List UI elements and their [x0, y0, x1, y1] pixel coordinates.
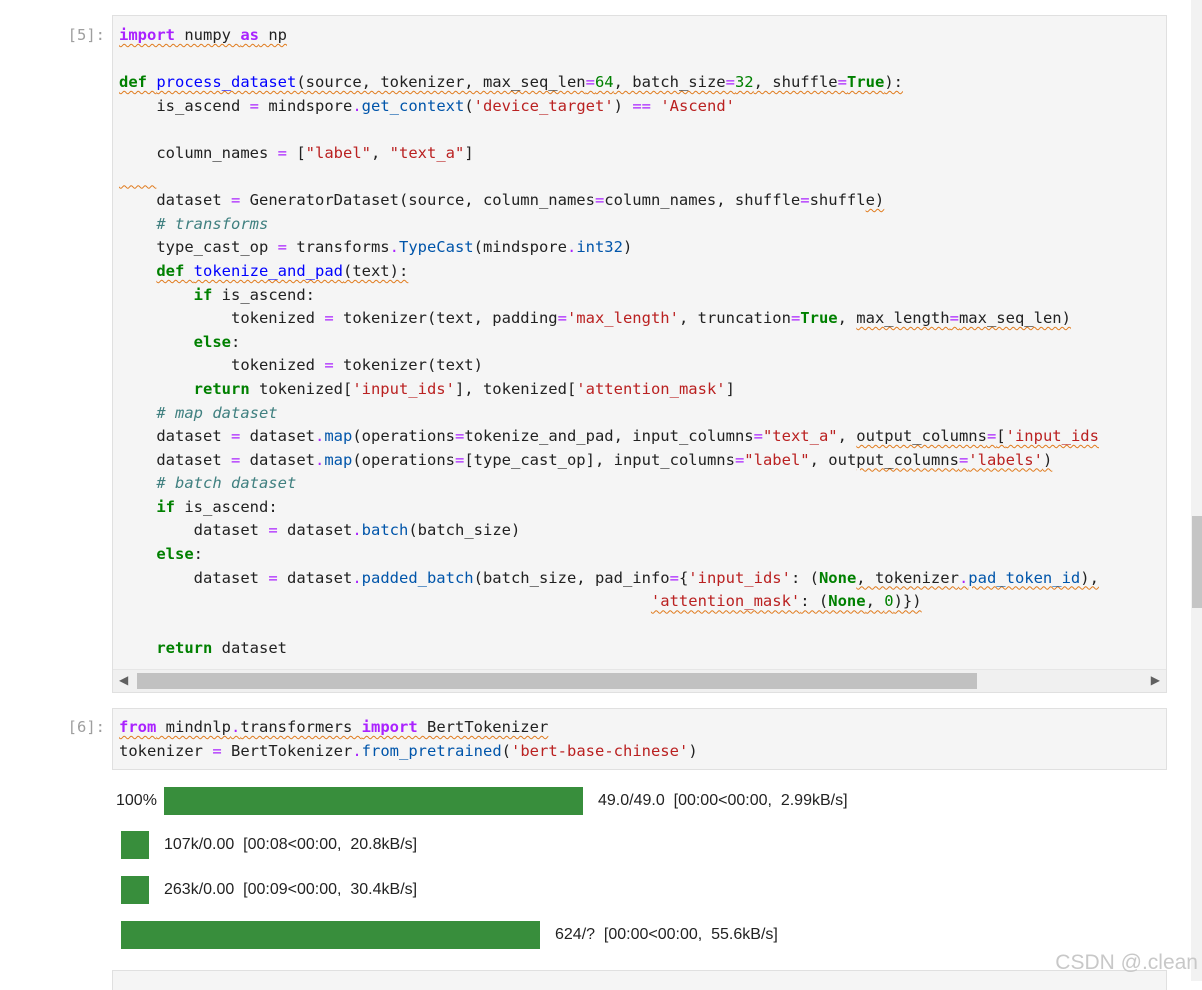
- progress-row: 107k/0.00 [00:08<00:00, 20.8kB/s]: [121, 830, 417, 860]
- progress-text: 624/? [00:00<00:00, 55.6kB/s]: [555, 926, 778, 943]
- cell-prompt-5: [5]:: [67, 26, 105, 44]
- progress-bar: [121, 876, 149, 904]
- progress-bar: [121, 831, 149, 859]
- progress-text: 263k/0.00 [00:09<00:00, 30.4kB/s]: [164, 881, 418, 898]
- page-scrollbar-thumb[interactable]: [1192, 516, 1202, 608]
- progress-text: 49.0/49.0 [00:00<00:00, 2.99kB/s]: [598, 792, 848, 809]
- progress-percent: 100%: [116, 792, 157, 809]
- progress-text: 107k/0.00 [00:08<00:00, 20.8kB/s]: [164, 836, 418, 853]
- progress-bar: [164, 787, 583, 815]
- watermark: CSDN @.clean: [1055, 951, 1198, 974]
- code-editor-5[interactable]: import numpy as np def process_dataset(s…: [113, 16, 1166, 661]
- cell-prompt-6: [6]:: [67, 718, 105, 736]
- code-editor-6[interactable]: from mindnlp.transformers import BertTok…: [113, 709, 1166, 763]
- progress-row: 624/? [00:00<00:00, 55.6kB/s]: [121, 920, 778, 950]
- progress-bar: [121, 921, 540, 949]
- horizontal-scrollbar[interactable]: ◀ ▶: [113, 669, 1166, 692]
- code-cell-6[interactable]: from mindnlp.transformers import BertTok…: [112, 708, 1167, 770]
- page-scrollbar[interactable]: [1191, 0, 1202, 981]
- progress-row: 263k/0.00 [00:09<00:00, 30.4kB/s]: [121, 875, 417, 905]
- code-cell-next[interactable]: [112, 970, 1167, 990]
- scrollbar-thumb[interactable]: [137, 673, 977, 689]
- progress-row: 100% 49.0/49.0 [00:00<00:00, 2.99kB/s]: [116, 786, 848, 816]
- code-cell-5[interactable]: import numpy as np def process_dataset(s…: [112, 15, 1167, 693]
- scroll-right-icon[interactable]: ▶: [1151, 673, 1160, 687]
- scroll-left-icon[interactable]: ◀: [119, 673, 128, 687]
